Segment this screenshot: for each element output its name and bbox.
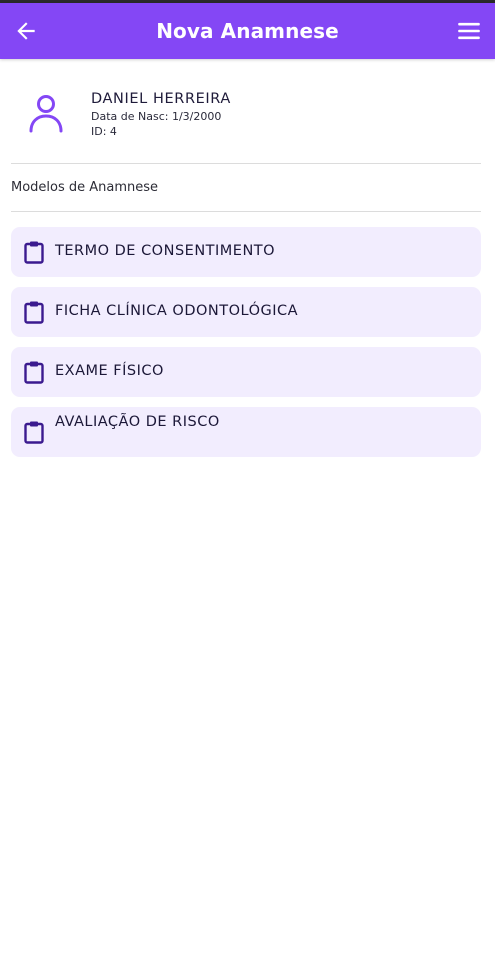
divider xyxy=(11,211,481,212)
person-outline-icon xyxy=(29,95,63,133)
model-item-label: TERMO DE CONSENTIMENTO xyxy=(55,243,276,259)
app-bar: Nova Anamnese xyxy=(0,3,495,59)
clipboard-icon xyxy=(24,301,44,324)
clipboard-icon xyxy=(24,241,44,264)
divider xyxy=(11,163,481,164)
arrow-left-icon xyxy=(17,22,35,40)
menu-button[interactable] xyxy=(451,13,487,49)
section-label: Modelos de Anamnese xyxy=(11,180,159,195)
patient-id: ID: 4 xyxy=(91,125,117,138)
patient-name: DANIEL HERREIRA xyxy=(91,91,231,107)
page-title: Nova Anamnese xyxy=(156,19,339,43)
patient-birth-date: Data de Nasc: 1/3/2000 xyxy=(91,110,222,123)
model-item-avaliacao-risco[interactable]: AVALIAÇÃO DE RISCO xyxy=(11,407,481,457)
hamburger-menu-icon xyxy=(458,22,480,40)
model-item-label: FICHA CLÍNICA ODONTOLÓGICA xyxy=(55,303,299,319)
patient-info: DANIEL HERREIRA Data de Nasc: 1/3/2000 I… xyxy=(11,82,481,152)
clipboard-icon xyxy=(24,421,44,444)
model-item-label: AVALIAÇÃO DE RISCO xyxy=(55,414,220,430)
model-item-label: EXAME FÍSICO xyxy=(55,363,164,379)
model-item-exame-fisico[interactable]: EXAME FÍSICO xyxy=(11,347,481,397)
back-button[interactable] xyxy=(8,13,44,49)
model-item-termo-consentimento[interactable]: TERMO DE CONSENTIMENTO xyxy=(11,227,481,277)
model-item-ficha-clinica[interactable]: FICHA CLÍNICA ODONTOLÓGICA xyxy=(11,287,481,337)
clipboard-icon xyxy=(24,361,44,384)
